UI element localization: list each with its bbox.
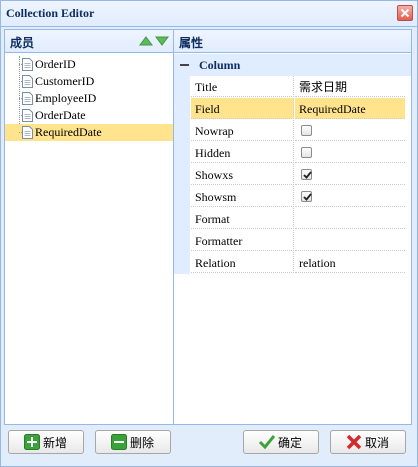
property-row-title[interactable]: Title 需求日期 xyxy=(174,76,411,98)
row-gutter xyxy=(174,76,190,98)
properties-header: 属性 xyxy=(174,30,411,53)
document-icon xyxy=(22,92,33,105)
row-gutter xyxy=(174,186,190,208)
collapse-icon[interactable] xyxy=(180,64,189,66)
delete-button[interactable]: 删除 xyxy=(95,430,171,454)
property-row-hidden[interactable]: Hidden xyxy=(174,142,411,164)
property-name: Showxs xyxy=(191,164,294,185)
property-name: Hidden xyxy=(191,142,294,163)
members-tree: OrderID CustomerID EmployeeID OrderDate Requ… xyxy=(5,56,173,141)
tree-item-label: OrderID xyxy=(35,57,76,71)
window-title: Collection Editor xyxy=(6,6,95,20)
property-row-field[interactable]: Field RequiredDate xyxy=(174,98,411,120)
document-icon xyxy=(22,109,33,122)
property-row-nowrap[interactable]: Nowrap xyxy=(174,120,411,142)
property-value[interactable] xyxy=(295,208,405,229)
property-checkbox[interactable] xyxy=(301,191,312,202)
property-row-relation[interactable]: Relation relation xyxy=(174,252,411,274)
property-name: Field xyxy=(191,98,294,119)
property-name: Title xyxy=(191,76,294,97)
tree-item-label: RequiredDate xyxy=(35,125,102,139)
properties-panel: 属性 Column Title 需求日期 Field RequiredDate Nowr… xyxy=(174,30,411,424)
property-name: Format xyxy=(191,208,294,229)
row-gutter xyxy=(174,142,190,164)
tree-item[interactable]: EmployeeID xyxy=(5,90,173,107)
tree-item-label: EmployeeID xyxy=(35,91,97,105)
close-icon xyxy=(400,8,410,18)
properties-title: 属性 xyxy=(179,36,204,50)
ok-button[interactable]: 确定 xyxy=(243,430,319,454)
property-row-formatter[interactable]: Formatter xyxy=(174,230,411,252)
tree-item[interactable]: OrderDate xyxy=(5,107,173,124)
row-gutter xyxy=(174,230,190,252)
property-value[interactable] xyxy=(295,230,405,251)
row-gutter xyxy=(174,98,190,120)
footer-bar: 新增 删除 确定 取消 xyxy=(1,426,417,466)
property-group-label: Column xyxy=(199,58,241,72)
row-gutter xyxy=(174,252,190,274)
delete-button-label: 删除 xyxy=(130,436,155,450)
members-title: 成员 xyxy=(10,36,35,50)
property-checkbox[interactable] xyxy=(301,169,312,180)
add-button-label: 新增 xyxy=(43,436,68,450)
members-panel: 成员 OrderID CustomerID EmployeeID OrderDate R… xyxy=(5,30,174,424)
tree-item-label: CustomerID xyxy=(35,74,95,88)
tree-item[interactable]: OrderID xyxy=(5,56,173,73)
property-value[interactable] xyxy=(295,120,405,141)
property-value[interactable]: relation xyxy=(295,252,405,273)
document-icon xyxy=(22,75,33,88)
add-button[interactable]: 新增 xyxy=(8,430,84,454)
property-group-column[interactable]: Column xyxy=(174,54,411,76)
property-name: Relation xyxy=(191,252,294,273)
members-header: 成员 xyxy=(5,30,173,53)
property-name: Formatter xyxy=(191,230,294,251)
property-value[interactable]: 需求日期 xyxy=(295,76,405,97)
remove-icon xyxy=(111,434,127,450)
property-value[interactable] xyxy=(295,164,405,185)
collection-editor-window: Collection Editor 成员 OrderID CustomerID Em… xyxy=(0,0,418,467)
checkmark-icon xyxy=(259,435,275,450)
row-gutter xyxy=(174,120,190,142)
move-up-icon[interactable] xyxy=(139,35,153,50)
property-name: Showsm xyxy=(191,186,294,207)
checkmark-icon xyxy=(303,171,312,179)
move-down-icon[interactable] xyxy=(155,35,169,50)
checkmark-icon xyxy=(303,193,312,201)
tree-item-label: OrderDate xyxy=(35,108,86,122)
property-checkbox[interactable] xyxy=(301,147,312,158)
property-row-format[interactable]: Format xyxy=(174,208,411,230)
title-bar[interactable]: Collection Editor xyxy=(1,1,417,27)
close-button[interactable] xyxy=(397,5,413,21)
add-icon xyxy=(24,434,40,450)
editor-content: 成员 OrderID CustomerID EmployeeID OrderDate R… xyxy=(4,29,412,425)
property-row-showsm[interactable]: Showsm xyxy=(174,186,411,208)
document-icon xyxy=(22,126,33,139)
property-grid: Column Title 需求日期 Field RequiredDate Nowrap H… xyxy=(174,54,411,274)
row-gutter xyxy=(174,208,190,230)
property-checkbox[interactable] xyxy=(301,125,312,136)
property-value[interactable] xyxy=(295,186,405,207)
ok-button-label: 确定 xyxy=(278,436,303,450)
property-value[interactable]: RequiredDate xyxy=(295,98,405,119)
cancel-button[interactable]: 取消 xyxy=(330,430,406,454)
row-gutter xyxy=(174,164,190,186)
cancel-button-label: 取消 xyxy=(365,436,390,450)
property-row-showxs[interactable]: Showxs xyxy=(174,164,411,186)
property-value[interactable] xyxy=(295,142,405,163)
cancel-icon xyxy=(346,434,362,450)
document-icon xyxy=(22,58,33,71)
property-name: Nowrap xyxy=(191,120,294,141)
tree-item[interactable]: RequiredDate xyxy=(5,124,173,141)
tree-item[interactable]: CustomerID xyxy=(5,73,173,90)
